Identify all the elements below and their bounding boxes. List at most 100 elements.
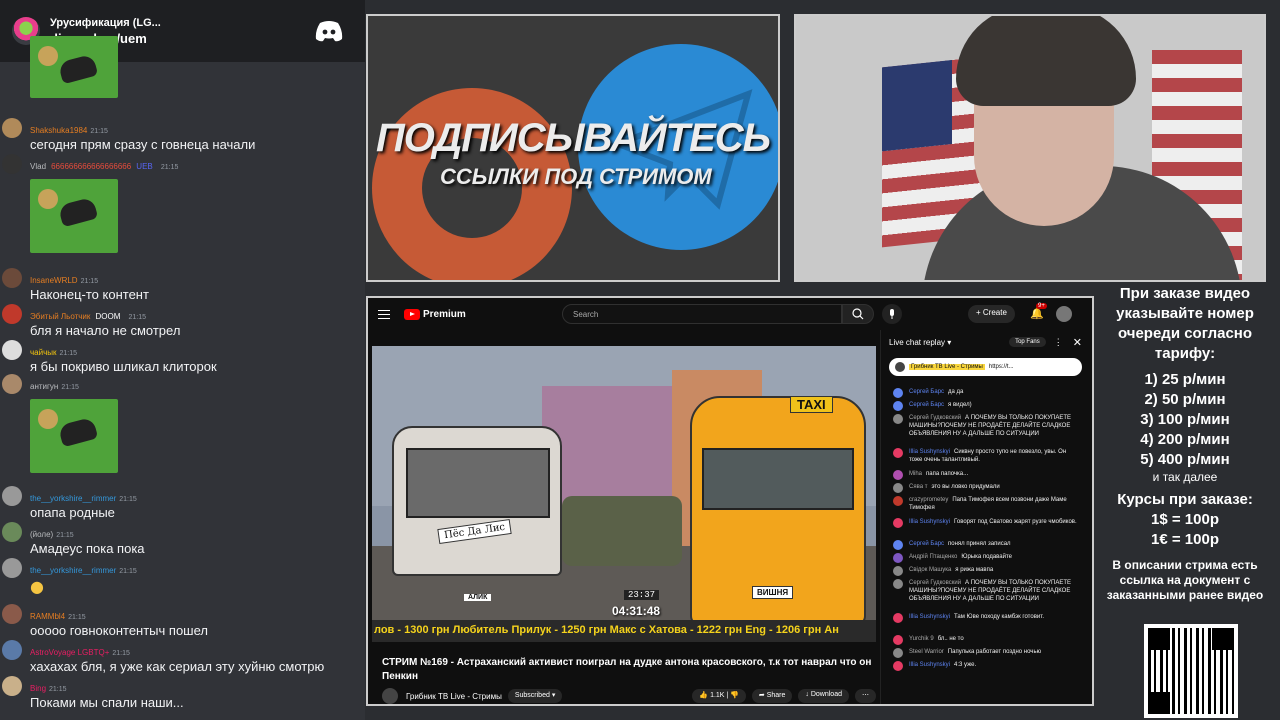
more-actions-button[interactable]: ⋯ <box>855 689 876 703</box>
avatar[interactable] <box>893 414 903 424</box>
chat-author[interactable]: Yurchik 9 <box>909 636 934 642</box>
mic-button[interactable] <box>882 304 902 324</box>
avatar[interactable] <box>2 304 22 324</box>
pinned-message[interactable]: Грибник ТВ Live - Стримы https://t... <box>889 358 1082 376</box>
timestamp: 21:15 <box>68 614 86 621</box>
chat-text: Говорят под Сватово жарят рузге чмобиков… <box>954 519 1077 525</box>
chat-author[interactable]: crazyprometey <box>909 497 948 503</box>
avatar[interactable] <box>893 613 903 623</box>
avatar[interactable] <box>2 118 22 138</box>
promo-title: ПОДПИСЫВАЙТЕСЬ <box>375 116 771 160</box>
live-chat-title[interactable]: Live chat replay <box>889 338 945 347</box>
search-input[interactable]: Search <box>562 304 842 324</box>
youtube-brand[interactable]: Premium <box>423 309 466 320</box>
avatar[interactable] <box>2 154 22 174</box>
qr-code-image[interactable] <box>1144 624 1238 718</box>
avatar[interactable] <box>2 558 22 578</box>
avatar[interactable] <box>2 268 22 288</box>
create-button[interactable]: + Create <box>968 305 1015 323</box>
more-vert-icon[interactable]: ⋮ <box>1054 337 1063 348</box>
avatar[interactable] <box>893 540 903 550</box>
timestamp: 21:15 <box>128 314 147 321</box>
username[interactable]: Эбитый Льотчик <box>30 312 90 321</box>
emoji-icon: ● <box>30 577 44 596</box>
avatar[interactable] <box>2 486 22 506</box>
avatar[interactable] <box>893 448 903 458</box>
message-text: бля я начало не смотрел <box>30 323 181 338</box>
pinned-author: Грибник ТВ Live - Стримы <box>909 364 985 370</box>
avatar[interactable] <box>893 553 903 563</box>
video-player[interactable]: TAXI ВИШНЯ Пёс Да Лис АЛИК 23:37 04:31:4… <box>372 346 876 642</box>
chat-message: Эбитый Льотчик DOOM 21:15 бля я начало н… <box>0 304 365 339</box>
role-badge: UEB <box>136 162 153 171</box>
chat-author[interactable]: Illia Sushynskyi <box>909 614 950 620</box>
avatar[interactable] <box>2 340 22 360</box>
chat-author[interactable]: Сергей Барс <box>909 402 944 408</box>
avatar[interactable] <box>893 496 903 506</box>
chat-author[interactable]: Сергей Гудковский <box>909 415 961 421</box>
message-text: Поками мы спали наши... <box>30 695 184 710</box>
chat-author[interactable]: Steel Warrior <box>909 649 944 655</box>
chat-author[interactable]: Сява т <box>909 484 927 490</box>
channel-name[interactable]: Грибник ТВ Live - Стримы <box>406 692 502 701</box>
avatar[interactable] <box>893 483 903 493</box>
username[interactable]: антигун <box>30 382 58 391</box>
chat-author[interactable]: Сергей Барс <box>909 389 944 395</box>
username[interactable]: Shakshuka1984 <box>30 126 87 135</box>
avatar[interactable] <box>893 648 903 658</box>
avatar[interactable] <box>893 470 903 480</box>
username[interactable]: RAMMbl4 <box>30 612 65 621</box>
chat-author[interactable]: Сергей Гудковский <box>909 580 961 586</box>
donation-ticker: лов - 1300 грн Любитель Прилук - 1250 гр… <box>372 620 876 642</box>
username[interactable]: чайчык <box>30 348 57 357</box>
chat-author[interactable]: Андрій Птащенко <box>909 554 957 560</box>
notification-count-badge: 9+ <box>1036 303 1047 309</box>
share-button[interactable]: ➦ Share <box>751 689 793 703</box>
subscribed-button[interactable]: Subscribed ▾ <box>507 689 563 703</box>
username[interactable]: Bing <box>30 684 46 693</box>
avatar[interactable] <box>2 522 22 542</box>
avatar[interactable] <box>893 388 903 398</box>
sticker-image <box>30 399 118 473</box>
account-avatar[interactable] <box>1056 306 1072 322</box>
avatar[interactable] <box>2 374 22 394</box>
mic-icon <box>890 309 894 319</box>
order-note: При заказе видео указывайте номер очеред… <box>1116 285 1254 362</box>
qr-pattern <box>1148 628 1234 714</box>
youtube-logo-icon[interactable] <box>404 308 420 320</box>
download-button[interactable]: ↓ Download <box>798 689 849 703</box>
avatar[interactable] <box>893 661 903 671</box>
username[interactable]: the__yorkshire__rimmer <box>30 494 116 503</box>
menu-icon[interactable] <box>378 309 390 319</box>
username[interactable]: InsaneWRLD <box>30 276 78 285</box>
avatar[interactable] <box>2 676 22 696</box>
etc-note: и так далее <box>1152 470 1218 484</box>
top-fans-button[interactable]: Top Fans <box>1009 337 1046 347</box>
channel-row: Грибник ТВ Live - Стримы Subscribed ▾ 👍 … <box>382 686 876 704</box>
close-icon[interactable]: ✕ <box>1073 336 1082 349</box>
chat-author[interactable]: Illia Sushynskyi <box>909 449 950 455</box>
like-button[interactable]: 👍 1.1K | 👎 <box>692 689 746 703</box>
username[interactable]: Vlad <box>30 162 46 171</box>
avatar[interactable] <box>893 518 903 528</box>
avatar[interactable] <box>893 635 903 645</box>
avatar[interactable] <box>893 401 903 411</box>
chat-author[interactable]: Свідок Машука <box>909 567 951 573</box>
chat-author[interactable]: Illia Sushynskyi <box>909 662 950 668</box>
chat-author[interactable]: Сергей Барс <box>909 541 944 547</box>
username[interactable]: (йоле) <box>30 530 53 539</box>
search-icon <box>852 308 864 320</box>
chat-text: я рижа мавпа <box>955 567 994 573</box>
live-chat-message: Сергей Гудковский А ПОЧЕМУ ВЫ ТОЛЬКО ПОКУ… <box>893 579 1079 603</box>
avatar[interactable] <box>2 640 22 660</box>
avatar[interactable] <box>2 604 22 624</box>
timestamp: 21:15 <box>49 686 67 693</box>
username[interactable]: AstroVoyage LGBTQ+ <box>30 648 109 657</box>
username[interactable]: the__yorkshire__rimmer <box>30 566 116 575</box>
avatar[interactable] <box>893 566 903 576</box>
avatar[interactable] <box>893 579 903 589</box>
channel-avatar[interactable] <box>382 688 398 704</box>
chat-author[interactable]: Illia Sushynskyi <box>909 519 950 525</box>
chat-author[interactable]: Miha <box>909 471 922 477</box>
search-button[interactable] <box>842 304 874 324</box>
